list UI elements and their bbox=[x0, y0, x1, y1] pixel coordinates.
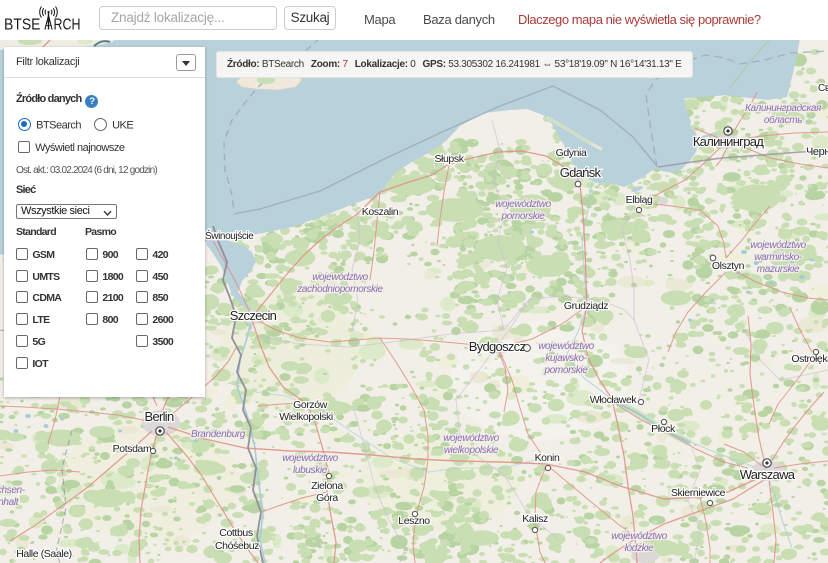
svg-text:Gdańsk: Gdańsk bbox=[560, 165, 602, 180]
svg-text:Wielkopolski: Wielkopolski bbox=[279, 411, 333, 423]
svg-text:województwowielkopolskie: województwowielkopolskie bbox=[443, 433, 499, 456]
svg-text:Potsdam: Potsdam bbox=[113, 443, 152, 455]
svg-text:Halle (Saale): Halle (Saale) bbox=[16, 548, 72, 560]
svg-text:Gdynia: Gdynia bbox=[556, 147, 587, 159]
svg-text:Szczecin: Szczecin bbox=[230, 308, 277, 323]
svg-text:Chóśebuz: Chóśebuz bbox=[215, 540, 259, 552]
svg-text:Koszalin: Koszalin bbox=[362, 206, 399, 218]
svg-text:województwopomorskie: województwopomorskie bbox=[495, 199, 551, 222]
svg-text:Brandenburg: Brandenburg bbox=[191, 429, 246, 440]
svg-text:Ostrołęka: Ostrołęka bbox=[791, 353, 828, 365]
svg-text:Włocławek: Włocławek bbox=[590, 394, 638, 406]
svg-text:Skierniewice: Skierniewice bbox=[671, 487, 726, 499]
svg-text:Калининград: Калининград bbox=[693, 134, 764, 149]
svg-text:Zielona: Zielona bbox=[311, 480, 343, 492]
svg-text:Светлогорск: Светлогорск bbox=[818, 83, 828, 94]
svg-text:Warszawa: Warszawa bbox=[740, 467, 796, 482]
svg-text:Świnoujście: Świnoujście bbox=[205, 229, 254, 242]
svg-text:Kalisz: Kalisz bbox=[522, 513, 548, 525]
svg-text:województwowarmińsko-mazurskie: województwowarmińsko-mazurskie bbox=[750, 240, 806, 275]
svg-text:Bydgoszcz: Bydgoszcz bbox=[469, 339, 526, 354]
svg-text:Berlin: Berlin bbox=[144, 409, 174, 424]
svg-text:Konin: Konin bbox=[535, 452, 560, 464]
svg-text:Góra: Góra bbox=[316, 492, 338, 504]
svg-text:RCH: RCH bbox=[54, 17, 81, 34]
svg-text:Elbląg: Elbląg bbox=[626, 194, 653, 206]
svg-text:województwokujawsko-pomorskie: województwokujawsko-pomorskie bbox=[538, 341, 594, 376]
svg-text:Olsztyn: Olsztyn bbox=[712, 260, 745, 272]
svg-text:Gorzów: Gorzów bbox=[293, 399, 328, 411]
svg-text:BTSE: BTSE bbox=[4, 17, 41, 34]
svg-text:Grudziądz: Grudziądz bbox=[564, 300, 608, 312]
svg-text:Черняховск: Черняховск bbox=[806, 146, 828, 158]
svg-text:Cottbus: Cottbus bbox=[219, 527, 253, 539]
svg-text:Słupsk: Słupsk bbox=[434, 153, 464, 165]
